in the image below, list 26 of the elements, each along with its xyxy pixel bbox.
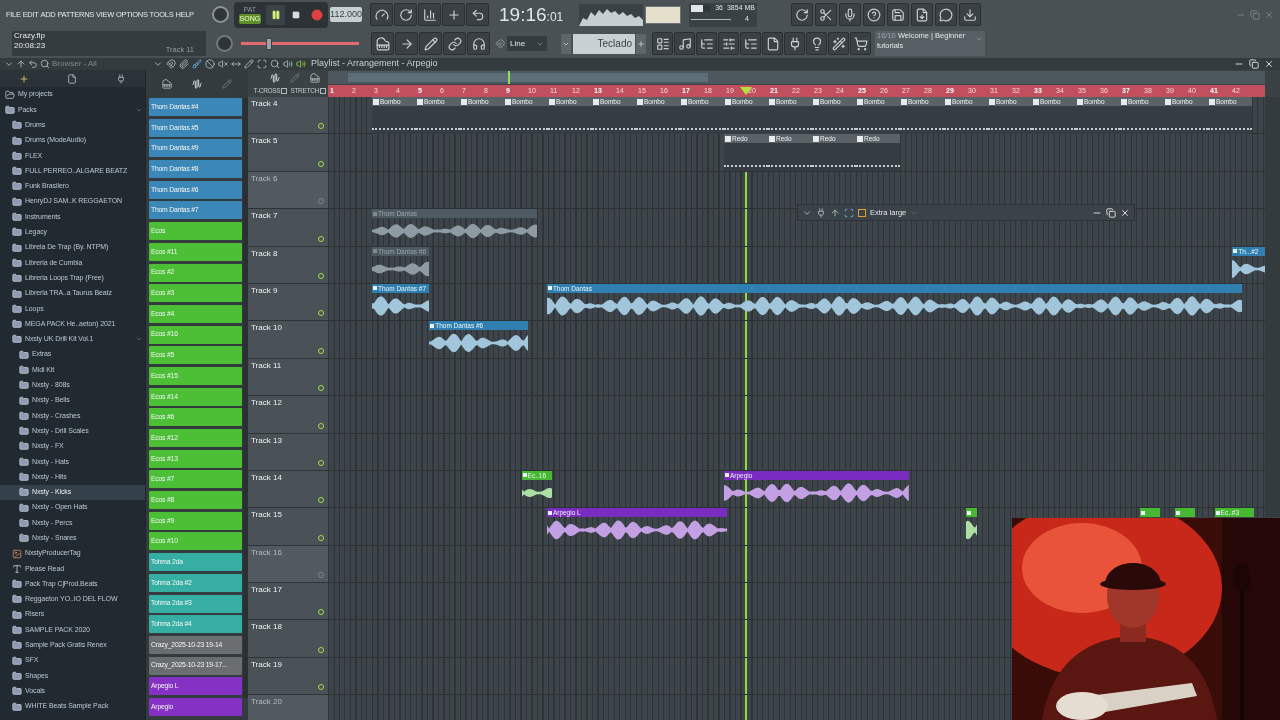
track-header[interactable]: Track 19 bbox=[248, 657, 328, 696]
track-header[interactable]: Track 11 bbox=[248, 358, 328, 397]
tempo-display[interactable]: 112.000 bbox=[330, 7, 362, 22]
browser-title: Browser - All bbox=[52, 58, 97, 70]
track-header[interactable]: Track 17 bbox=[248, 583, 328, 621]
keyboard-field[interactable]: Teclado bbox=[573, 33, 635, 54]
track-header[interactable]: Track 6 bbox=[248, 171, 328, 210]
track-header[interactable]: Track 20 bbox=[248, 695, 328, 720]
track-header[interactable]: Track 10 bbox=[248, 321, 328, 359]
playlist-title: Playlist - Arrangement - Arpegio bbox=[311, 57, 438, 71]
track-header[interactable]: Track 15 bbox=[248, 508, 328, 546]
track-header[interactable]: Track 12 bbox=[248, 396, 328, 434]
song-time: 19:16 bbox=[499, 3, 547, 26]
song-time-seconds: :01 bbox=[546, 9, 564, 26]
project-file-name: Crazy.flp bbox=[14, 31, 45, 41]
track-header[interactable]: Track 5 bbox=[248, 134, 328, 172]
track-header[interactable]: Track 8 bbox=[248, 246, 328, 284]
track-header[interactable]: Track 9 bbox=[248, 283, 328, 322]
track-header[interactable]: Track 18 bbox=[248, 620, 328, 658]
track-header[interactable]: Track 7 bbox=[248, 209, 328, 247]
snap-select[interactable]: Line bbox=[507, 36, 547, 51]
track-header[interactable]: Track 16 bbox=[248, 545, 328, 584]
track-header[interactable]: Track 13 bbox=[248, 433, 328, 471]
track-header[interactable]: Track 4 bbox=[248, 97, 328, 135]
track-header[interactable]: Track 14 bbox=[248, 470, 328, 509]
project-time: 20:08:23 bbox=[14, 41, 46, 51]
